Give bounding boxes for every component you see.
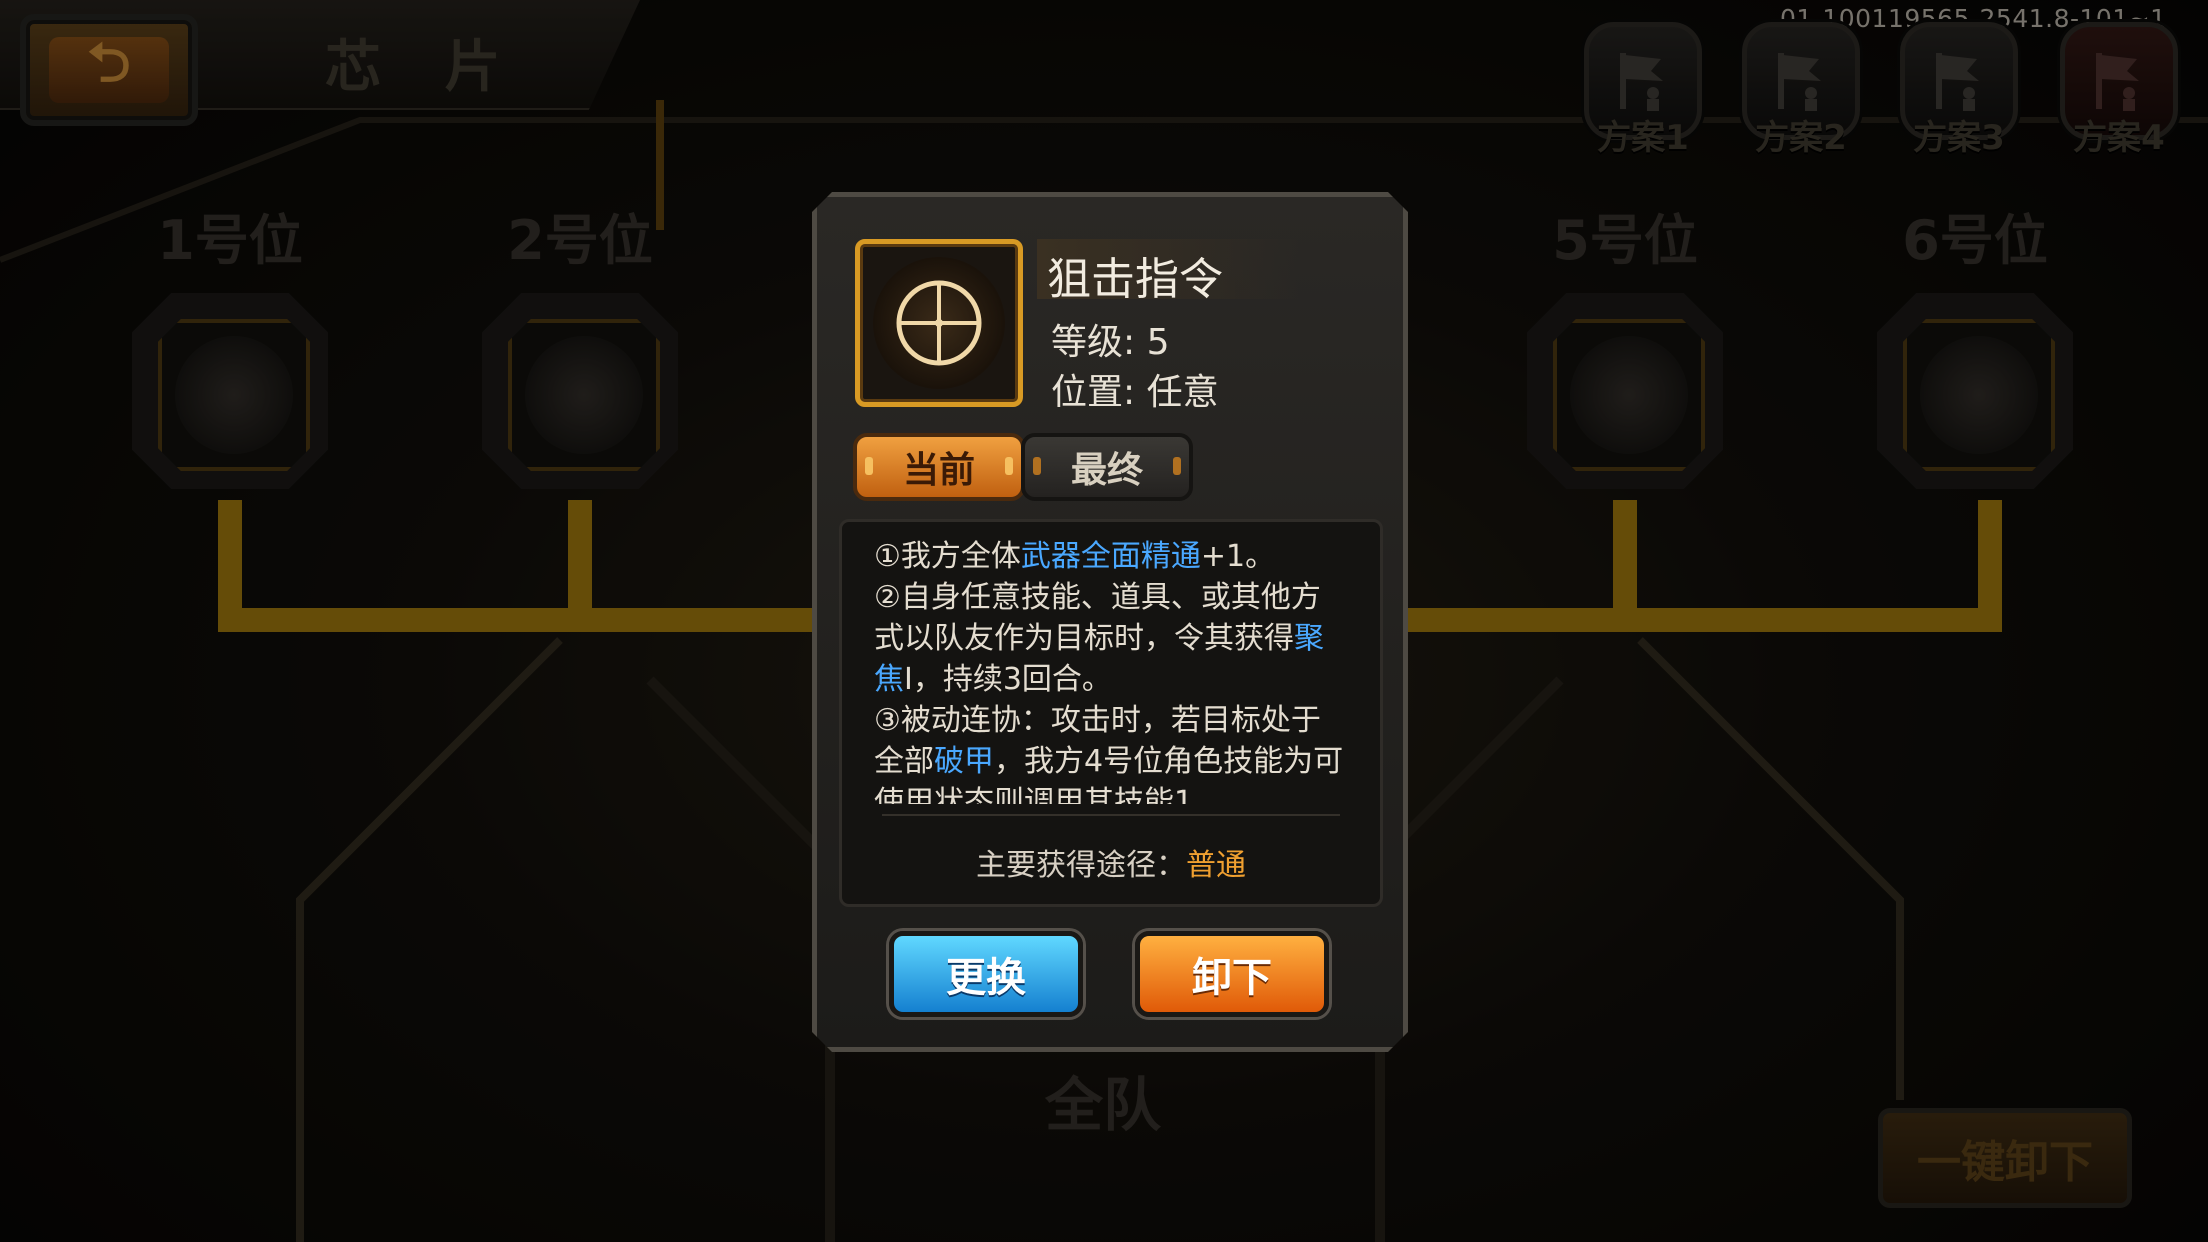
keyword-link[interactable]: 破甲 (934, 744, 994, 779)
description-box: ①我方全体武器全面精通+1。 ②自身任意技能、道具、或其他方式以队友作为目标时，… (839, 519, 1383, 907)
chip-icon-frame (855, 239, 1023, 407)
source-label: 主要获得途径： (976, 848, 1186, 883)
description-scroll[interactable]: ①我方全体武器全面精通+1。 ②自身任意技能、道具、或其他方式以队友作为目标时，… (874, 536, 1344, 804)
unequip-button[interactable]: 卸下 (1135, 931, 1329, 1017)
tab-current[interactable]: 当前 (853, 433, 1025, 501)
tab-current-label: 当前 (902, 450, 975, 491)
divider (882, 814, 1340, 816)
crosshair-icon (889, 273, 989, 373)
chip-detail-popup: 狙击指令 等级: 5 位置: 任意 当前 最终 ①我方全体武器全面精通+1。 ②… (812, 192, 1408, 1052)
effect-2: ②自身任意技能、道具、或其他方式以队友作为目标时，令其获得聚焦I，持续3回合。 (874, 580, 1324, 697)
source-value: 普通 (1186, 848, 1246, 883)
replace-button[interactable]: 更换 (889, 931, 1083, 1017)
tab-pip (1033, 457, 1041, 475)
source-row: 主要获得途径：普通 (842, 840, 1380, 884)
tab-pip (1005, 457, 1013, 475)
chip-position: 位置: 任意 (1051, 372, 1219, 413)
chip-name: 狙击指令 (1047, 254, 1223, 305)
tab-final-label: 最终 (1070, 450, 1143, 491)
effect-1: ①我方全体武器全面精通+1。 (874, 539, 1276, 574)
chip-level: 等级: 5 (1051, 322, 1170, 363)
tab-final[interactable]: 最终 (1021, 433, 1193, 501)
tab-pip (865, 457, 873, 475)
effect-3: ③被动连协：攻击时，若目标处于全部破甲，我方4号位角色技能为可使用状态则调用其技… (874, 703, 1344, 804)
tab-pip (1173, 457, 1181, 475)
keyword-link[interactable]: 武器全面精通 (1021, 539, 1201, 574)
